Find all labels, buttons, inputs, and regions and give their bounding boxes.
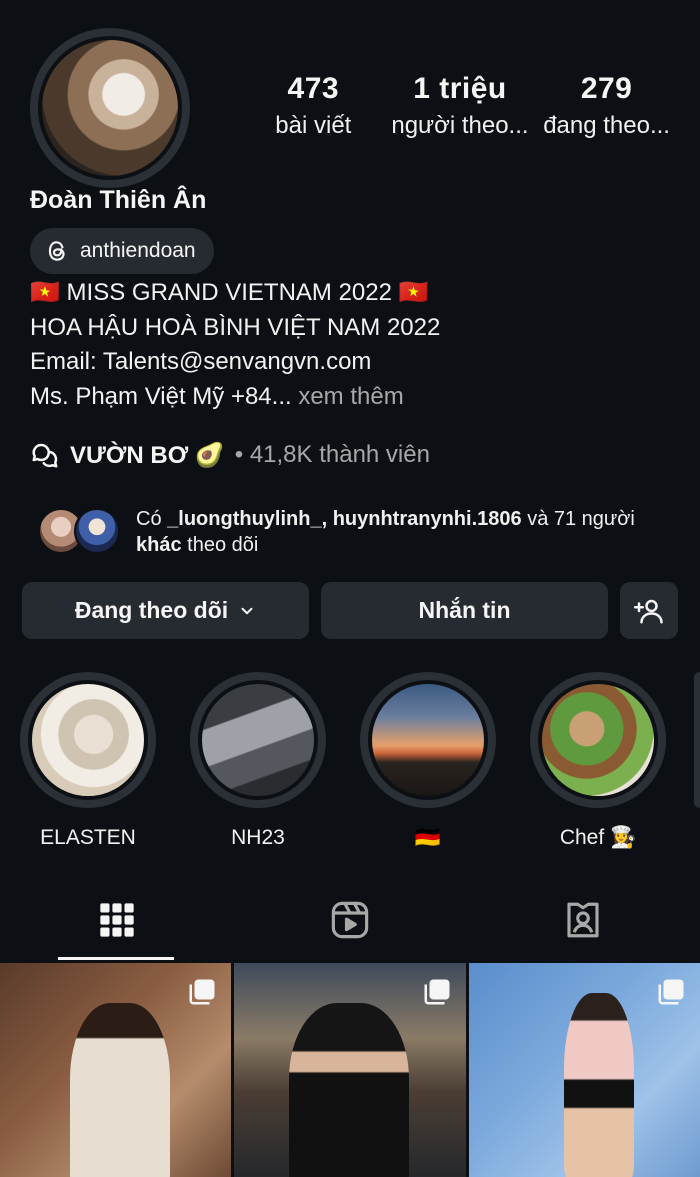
highlight-item-partial[interactable] bbox=[694, 672, 700, 808]
highlight-label: 🇩🇪 bbox=[414, 826, 442, 849]
message-button[interactable]: Nhắn tin bbox=[321, 582, 608, 639]
profile-actions: Đang theo dõi Nhắn tin bbox=[22, 582, 678, 639]
stat-followers[interactable]: 1 triệu người theo... bbox=[387, 72, 534, 140]
post-subject bbox=[563, 993, 634, 1177]
bio-line: 🇻🇳 MISS GRAND VIETNAM 2022 🇻🇳 bbox=[30, 279, 429, 306]
highlight-item[interactable]: NH23 bbox=[190, 672, 326, 850]
community-link[interactable]: VƯỜN BƠ 🥑 • 41,8K thành viên bbox=[30, 440, 430, 470]
mutual-suffix: theo dõi bbox=[187, 534, 259, 556]
threads-handle: anthiendoan bbox=[80, 239, 196, 262]
following-button[interactable]: Đang theo dõi bbox=[22, 582, 309, 639]
mutual-middle: và 71 người bbox=[527, 508, 635, 530]
see-more-link[interactable]: xem thêm bbox=[298, 383, 403, 410]
threads-badge[interactable]: anthiendoan bbox=[30, 228, 214, 274]
multiple-photos-icon bbox=[424, 979, 450, 1005]
profile-name: Đoàn Thiên Ân bbox=[30, 186, 207, 214]
bio-line: Ms. Phạm Việt Mỹ +84... xem thêm bbox=[30, 380, 440, 415]
chevron-down-icon bbox=[241, 607, 253, 614]
community-members: • 41,8K thành viên bbox=[234, 441, 430, 468]
mutual-followers[interactable]: Có _luongthuylinh_, huynhtranynhi.1806 v… bbox=[38, 506, 678, 558]
posts-grid bbox=[0, 963, 700, 1177]
highlight-cover bbox=[198, 680, 318, 800]
highlight-cover bbox=[538, 680, 658, 800]
highlight-cover bbox=[368, 680, 488, 800]
profile-avatar[interactable] bbox=[38, 36, 182, 180]
suggested-users-button[interactable] bbox=[620, 582, 678, 639]
profile-stats: 473 bài viết 1 triệu người theo... 279 đ… bbox=[240, 72, 680, 140]
profile-bio: 🇻🇳 MISS GRAND VIETNAM 2022 🇻🇳 HOA HẬU HO… bbox=[30, 276, 440, 414]
stat-followers-value: 1 triệu bbox=[413, 72, 507, 105]
post-subject bbox=[70, 1003, 170, 1177]
stat-following[interactable]: 279 đang theo... bbox=[533, 72, 680, 140]
stat-posts-value: 473 bbox=[287, 72, 340, 105]
stat-posts-label: bài viết bbox=[275, 112, 352, 139]
post-subject bbox=[289, 1003, 410, 1177]
add-user-icon bbox=[634, 599, 663, 623]
highlight-ring bbox=[360, 672, 496, 808]
post-thumbnail[interactable] bbox=[0, 963, 232, 1177]
stat-posts[interactable]: 473 bài viết bbox=[240, 72, 387, 140]
highlight-item[interactable]: Chef 👩‍🍳 bbox=[530, 672, 666, 850]
threads-icon bbox=[48, 241, 65, 261]
bio-email[interactable]: Email: Talents@senvangvn.com bbox=[30, 345, 440, 380]
highlight-ring bbox=[530, 672, 666, 808]
following-button-label: Đang theo dõi bbox=[74, 597, 229, 623]
tab-reels[interactable] bbox=[233, 880, 466, 960]
stat-following-label: đang theo... bbox=[543, 112, 670, 139]
highlight-label: NH23 bbox=[231, 826, 285, 849]
highlight-label: Chef 👩‍🍳 bbox=[559, 826, 637, 849]
mutual-followers-text: Có _luongthuylinh_, huynhtranynhi.1806 v… bbox=[136, 506, 678, 558]
community-chat-icon bbox=[32, 443, 58, 468]
post-thumbnail[interactable] bbox=[234, 963, 466, 1177]
community-name: VƯỜN BƠ 🥑 bbox=[70, 441, 225, 469]
profile-avatar-ring[interactable] bbox=[30, 28, 190, 188]
mutual-tail: khác bbox=[136, 534, 182, 556]
stat-followers-label: người theo... bbox=[391, 112, 529, 139]
highlight-item[interactable]: ELASTEN bbox=[20, 672, 156, 850]
multiple-photos-icon bbox=[189, 979, 215, 1005]
highlight-ring bbox=[20, 672, 156, 808]
highlight-ring bbox=[190, 672, 326, 808]
mutual-avatar bbox=[74, 508, 120, 554]
bio-contact[interactable]: Ms. Phạm Việt Mỹ +84... bbox=[30, 383, 292, 410]
mutual-avatars bbox=[38, 506, 122, 554]
highlight-item[interactable]: 🇩🇪 bbox=[360, 672, 496, 850]
message-button-label: Nhắn tin bbox=[418, 597, 511, 623]
highlight-cover bbox=[28, 680, 148, 800]
stat-following-value: 279 bbox=[580, 72, 633, 105]
reels-icon bbox=[331, 901, 369, 939]
bio-line: HOA HẬU HOÀ BÌNH VIỆT NAM 2022 bbox=[30, 313, 441, 341]
highlight-label: ELASTEN bbox=[40, 826, 136, 849]
post-thumbnail[interactable] bbox=[468, 963, 700, 1177]
tab-tagged[interactable] bbox=[467, 880, 700, 960]
grid-icon bbox=[99, 903, 134, 937]
tagged-icon bbox=[567, 902, 599, 938]
multiple-photos-icon bbox=[658, 979, 684, 1005]
story-highlights: ELASTEN NH23 🇩🇪 Chef 👩‍🍳 bbox=[20, 672, 666, 850]
mutual-prefix: Có bbox=[136, 508, 162, 530]
profile-tabs bbox=[0, 880, 700, 960]
mutual-names: _luongthuylinh_, huynhtranynhi.1806 bbox=[167, 508, 522, 530]
tab-posts-grid[interactable] bbox=[0, 880, 233, 960]
